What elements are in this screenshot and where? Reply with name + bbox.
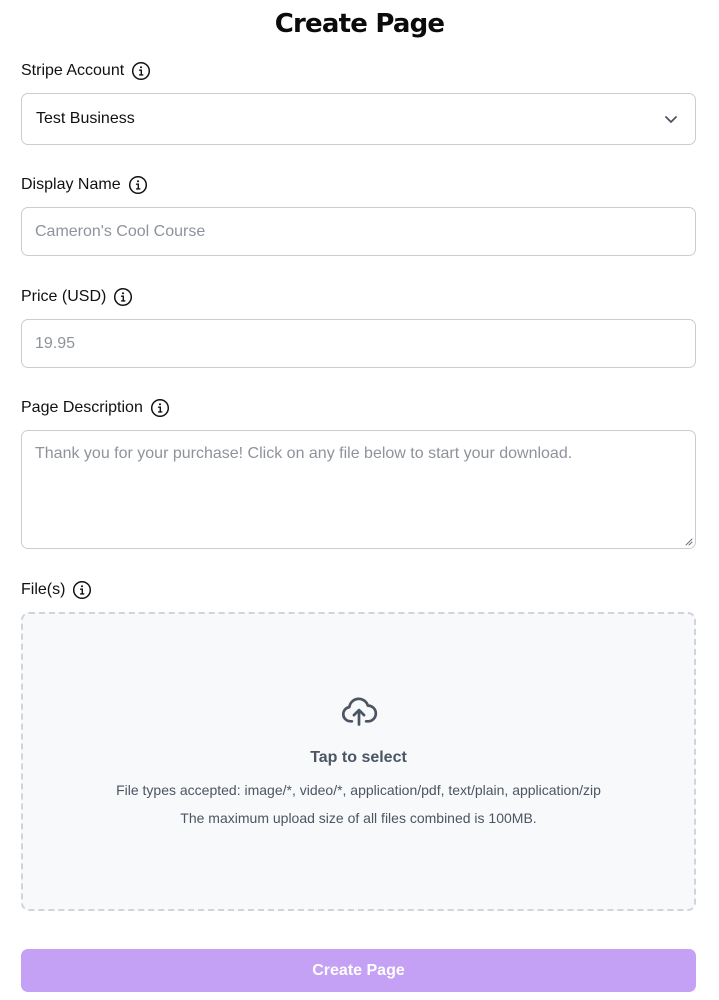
display-name-label: Display Name <box>21 173 148 197</box>
max-upload-size-note: The maximum upload size of all files com… <box>180 810 537 826</box>
stripe-account-label-text: Stripe Account <box>21 62 125 79</box>
page-description-textarea[interactable]: Thank you for your purchase! Click on an… <box>21 430 696 549</box>
price-label-text: Price (USD) <box>21 288 107 305</box>
page-description-label: Page Description <box>21 396 170 420</box>
price-label: Price (USD) <box>21 285 133 309</box>
price-input[interactable]: 19.95 <box>21 319 696 368</box>
display-name-input[interactable]: Cameron's Cool Course <box>21 207 696 256</box>
page-title: Create Page <box>274 9 445 39</box>
info-icon[interactable] <box>150 398 170 418</box>
info-icon[interactable] <box>128 175 148 195</box>
page-description-label-text: Page Description <box>21 399 143 416</box>
display-name-placeholder: Cameron's Cool Course <box>35 223 206 240</box>
create-page-button[interactable]: Create Page <box>21 949 696 992</box>
file-dropzone[interactable]: Tap to select File types accepted: image… <box>21 612 696 911</box>
price-placeholder: 19.95 <box>35 335 76 352</box>
accepted-file-types: File types accepted: image/*, video/*, a… <box>116 782 601 798</box>
resize-handle-icon[interactable] <box>684 537 693 546</box>
files-label-text: File(s) <box>21 581 66 598</box>
page-description-placeholder: Thank you for your purchase! Click on an… <box>35 445 573 462</box>
files-label: File(s) <box>21 578 92 602</box>
dropzone-prompt: Tap to select <box>310 749 407 766</box>
cloud-upload-icon <box>340 692 378 730</box>
stripe-account-select[interactable]: Test Business <box>21 93 696 145</box>
info-icon[interactable] <box>131 61 151 81</box>
info-icon[interactable] <box>113 287 133 307</box>
stripe-account-selected-value: Test Business <box>36 110 135 127</box>
stripe-account-label: Stripe Account <box>21 59 151 83</box>
display-name-label-text: Display Name <box>21 176 121 193</box>
info-icon[interactable] <box>72 580 92 600</box>
chevron-down-icon <box>663 111 679 127</box>
